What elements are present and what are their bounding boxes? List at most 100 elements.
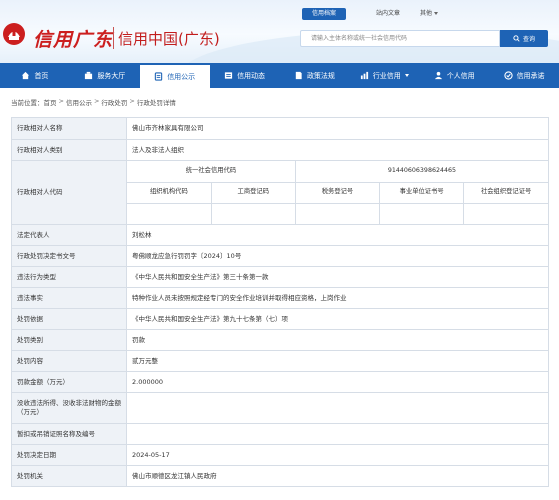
field-label: 违法行为类型 xyxy=(11,266,127,288)
nav-item-label: 政策法规 xyxy=(306,71,335,80)
table-row: 行政相对人名称 佛山市齐林家具有限公司 xyxy=(11,117,549,140)
field-value: 《中华人民共和国安全生产法》第三十条第一款 xyxy=(126,266,549,288)
institution-cert-label: 事业单位证书号 xyxy=(379,181,464,203)
commitment-icon xyxy=(503,71,513,80)
top-link-credit-archive[interactable]: 信用档案 xyxy=(302,8,346,20)
table-row: 行政相对人代码 统一社会信用代码 91440606398624465 组织机构代… xyxy=(11,160,549,225)
news-icon xyxy=(224,72,233,79)
table-row: 行政相对人类别 法人及非法人组织 xyxy=(11,139,549,161)
logo-script-text[interactable]: 信用广东 xyxy=(33,25,113,52)
nav-item-credit-publicity[interactable]: 信用公示 xyxy=(139,63,210,88)
nav-item-personal[interactable]: 个人信用 xyxy=(419,63,489,88)
search-button-label: 查询 xyxy=(522,36,535,43)
table-row: 处罚依据 《中华人民共和国安全生产法》第九十七条第（七）项 xyxy=(11,308,549,330)
field-value: 粤佛顺龙应急行罚罚字〔2024〕10号 xyxy=(126,245,549,267)
main-nav: 首页 服务大厅 信用公示 信用动态 政策法规 行业信用 个人信用 信用承诺 xyxy=(0,63,559,88)
credit-logo-icon[interactable] xyxy=(2,22,26,46)
search-input[interactable] xyxy=(301,31,499,46)
tax-reg-label: 税务登记号 xyxy=(294,181,380,203)
home-icon xyxy=(22,71,30,80)
breadcrumb-credit-publicity[interactable]: 信用公示 xyxy=(66,97,92,107)
nav-item-label: 个人信用 xyxy=(446,71,475,80)
top-link-other[interactable]: 其他 xyxy=(414,8,444,20)
breadcrumb-current: 行政处罚详情 xyxy=(136,99,176,107)
top-link-other-label: 其他 xyxy=(419,10,432,17)
business-reg-label: 工商登记码 xyxy=(210,181,296,203)
field-label: 罚款金额（万元） xyxy=(11,371,127,393)
policy-icon xyxy=(295,71,302,80)
field-label: 处罚依据 xyxy=(11,308,127,330)
field-value: 罚款 xyxy=(126,329,549,351)
party-code-subtable: 统一社会信用代码 91440606398624465 组织机构代码 工商登记码 … xyxy=(127,161,548,224)
org-code-label: 组织机构代码 xyxy=(127,181,212,203)
industry-icon xyxy=(360,71,368,80)
nav-item-policy[interactable]: 政策法规 xyxy=(280,63,350,88)
org-code-value xyxy=(127,202,212,224)
search-button[interactable]: 查询 xyxy=(500,30,548,47)
field-label: 行政相对人类别 xyxy=(11,139,127,161)
breadcrumb-prefix: 当前位置： xyxy=(11,99,44,107)
tax-reg-value xyxy=(294,202,380,224)
table-row: 暂扣或吊销证照名称及编号 xyxy=(11,423,549,445)
field-value: 2.000000 xyxy=(126,371,549,393)
field-value: 佛山市齐林家具有限公司 xyxy=(126,117,549,140)
field-value xyxy=(126,392,549,424)
field-label: 违法事实 xyxy=(11,287,127,309)
nav-item-label: 首页 xyxy=(34,71,49,80)
nav-item-label: 信用公示 xyxy=(167,72,196,81)
institution-cert-value xyxy=(379,202,464,224)
search-box xyxy=(300,30,500,47)
field-value: 2024-05-17 xyxy=(126,444,549,466)
chevron-down-icon xyxy=(404,74,409,77)
breadcrumb: 当前位置： 首页 > 信用公示 > 行政处罚 > 行政处罚详情 xyxy=(11,97,176,107)
nav-item-industry[interactable]: 行业信用 xyxy=(349,63,419,88)
nav-item-label: 信用动态 xyxy=(237,71,266,80)
nav-item-commitment[interactable]: 信用承诺 xyxy=(489,63,559,88)
table-row: 没收违法所得、没收非法财物的金额（万元） xyxy=(11,392,549,424)
field-value: 法人及非法人组织 xyxy=(126,139,549,161)
nav-item-credit-news[interactable]: 信用动态 xyxy=(210,63,280,88)
logo-divider xyxy=(113,27,114,49)
social-org-value xyxy=(463,202,548,224)
breadcrumb-home[interactable]: 首页 xyxy=(44,97,57,107)
table-row: 处罚决定日期 2024-05-17 xyxy=(11,444,549,466)
field-label: 行政相对人代码 xyxy=(11,160,127,225)
breadcrumb-penalty[interactable]: 行政处罚 xyxy=(101,97,127,107)
nav-item-label: 服务大厅 xyxy=(97,71,126,80)
field-value xyxy=(126,423,549,445)
person-icon xyxy=(434,71,442,80)
top-link-site-articles[interactable]: 站内文章 xyxy=(368,8,408,20)
table-row: 法定代表人 刘松林 xyxy=(11,224,549,246)
nav-item-service-hall[interactable]: 服务大厅 xyxy=(70,63,140,88)
field-value: 佛山市顺德区龙江镇人民政府 xyxy=(126,465,549,487)
table-row: 处罚机关 佛山市顺德区龙江镇人民政府 xyxy=(11,465,549,487)
table-row: 行政处罚决定书文号 粤佛顺龙应急行罚罚字〔2024〕10号 xyxy=(11,245,549,267)
party-code-cell: 统一社会信用代码 91440606398624465 组织机构代码 工商登记码 … xyxy=(126,160,549,225)
table-row: 违法行为类型 《中华人民共和国安全生产法》第三十条第一款 xyxy=(11,266,549,288)
table-row: 处罚内容 贰万元整 xyxy=(11,350,549,372)
field-label: 暂扣或吊销证照名称及编号 xyxy=(11,423,127,445)
field-label: 没收违法所得、没收非法财物的金额（万元） xyxy=(11,392,127,424)
nav-item-label: 行业信用 xyxy=(372,71,401,80)
field-label: 处罚类别 xyxy=(11,329,127,351)
uscc-label: 统一社会信用代码 xyxy=(185,167,237,174)
field-label: 行政处罚决定书文号 xyxy=(11,245,127,267)
search-icon xyxy=(513,35,520,42)
nav-item-label: 信用承诺 xyxy=(516,71,545,80)
field-label: 处罚内容 xyxy=(11,350,127,372)
site-title[interactable]: 信用中国(广东) xyxy=(118,28,220,49)
field-label: 法定代表人 xyxy=(11,224,127,246)
nav-item-home[interactable]: 首页 xyxy=(0,63,70,88)
field-label: 行政相对人名称 xyxy=(11,117,127,140)
service-hall-icon xyxy=(85,71,93,80)
table-row: 罚款金额（万元） 2.000000 xyxy=(11,371,549,393)
penalty-detail-table: 行政相对人名称 佛山市齐林家具有限公司 行政相对人类别 法人及非法人组织 行政相… xyxy=(11,117,549,487)
table-row: 处罚类别 罚款 xyxy=(11,329,549,351)
field-label: 处罚机关 xyxy=(11,465,127,487)
field-value: 特种作业人员未按照规定经专门的安全作业培训并取得相应资格，上岗作业 xyxy=(126,287,549,309)
business-reg-value xyxy=(210,202,296,224)
table-row: 违法事实 特种作业人员未按照规定经专门的安全作业培训并取得相应资格，上岗作业 xyxy=(11,287,549,309)
chevron-down-icon xyxy=(434,12,438,15)
site-header: 信用广东 信用中国(广东) 信用档案 站内文章 其他 查询 xyxy=(0,0,559,63)
field-value: 贰万元整 xyxy=(126,350,549,372)
